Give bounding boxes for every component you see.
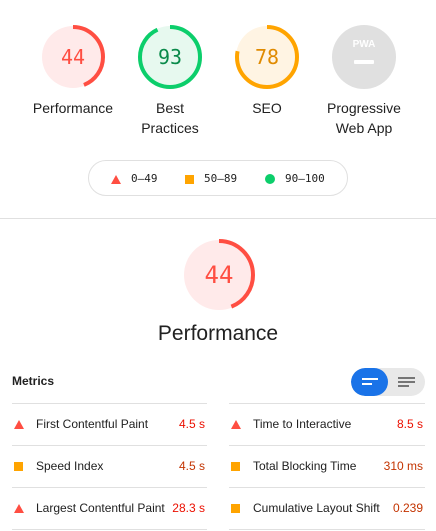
triangle-icon [111,174,121,184]
triangle-icon [14,420,24,429]
metric-value: 4.5 s [178,417,205,431]
metric-time-to-interactive: Time to Interactive 8.5 s [229,403,425,445]
performance-score: 44 [205,261,234,289]
metric-largest-contentful-paint: Largest Contentful Paint 28.3 s [12,487,207,529]
triangle-icon [14,504,24,513]
metric-value: 8.5 s [396,417,423,431]
performance-gauge-ring: 44 [41,25,105,89]
metric-value: 4.5 s [178,459,205,473]
triangle-icon [231,420,241,429]
square-icon [231,504,240,513]
gauge-score: 78 [255,45,279,69]
metrics-view-toggle [351,368,425,396]
gauge-label: Performance [32,100,114,116]
gauge-label: Progressive Web App [327,100,401,136]
metric-divider [229,529,425,530]
metric-name: Total Blocking Time [253,459,357,473]
metric-divider [12,529,207,530]
seo-gauge-ring: 78 [235,25,299,89]
section-divider [0,218,436,219]
score-scale-legend: 0–49 50–89 90–100 [88,160,348,196]
lines-short-icon [362,378,378,385]
metrics-heading: Metrics [12,374,55,388]
metric-total-blocking-time: Total Blocking Time 310 ms [229,445,425,487]
metric-value: 0.239 [392,501,423,515]
metric-cumulative-layout-shift: Cumulative Layout Shift 0.239 [229,487,425,529]
gauge-score: 93 [158,45,182,69]
metric-value: 28.3 s [172,501,205,515]
gauge-score: 44 [61,45,85,69]
square-icon [185,174,194,184]
metric-name: Cumulative Layout Shift [253,501,380,515]
lines-long-icon [398,377,415,387]
metric-name: Time to Interactive [253,417,352,431]
circle-icon [265,174,275,184]
gauge-label: Best Practices [141,100,199,136]
gauge-best-practices[interactable]: 93 Best Practices [120,24,220,138]
performance-title: Performance [157,322,279,345]
gauge-label: SEO [252,100,282,116]
pwa-icon: PWA [332,25,396,89]
performance-gauge-ring-large: 44 [183,239,255,311]
metric-speed-index: Speed Index 4.5 s [12,445,207,487]
metric-name: Speed Index [36,459,104,473]
gauge-pwa[interactable]: PWA Progressive Web App [314,24,414,138]
performance-big-gauge: 44 [181,237,257,318]
metric-name: Largest Contentful Paint [36,501,165,515]
square-icon [231,462,240,471]
legend-average: 50–89 [185,172,237,186]
expanded-view-button[interactable] [388,368,425,396]
compact-view-button[interactable] [351,368,388,396]
legend-pass: 90–100 [265,172,325,186]
square-icon [14,462,23,471]
best-practices-gauge-ring: 93 [138,25,202,89]
metric-value: 310 ms [383,459,423,473]
metric-name: First Contentful Paint [36,417,149,431]
pwa-badge-text: PWA [353,39,376,50]
metric-first-contentful-paint: First Contentful Paint 4.5 s [12,403,207,445]
gauge-performance[interactable]: 44 Performance [23,24,123,118]
category-gauges: 44 Performance 93 Best Practices 78 SEO … [0,24,436,144]
gauge-seo[interactable]: 78 SEO [217,24,317,118]
legend-fail: 0–49 [111,172,158,186]
